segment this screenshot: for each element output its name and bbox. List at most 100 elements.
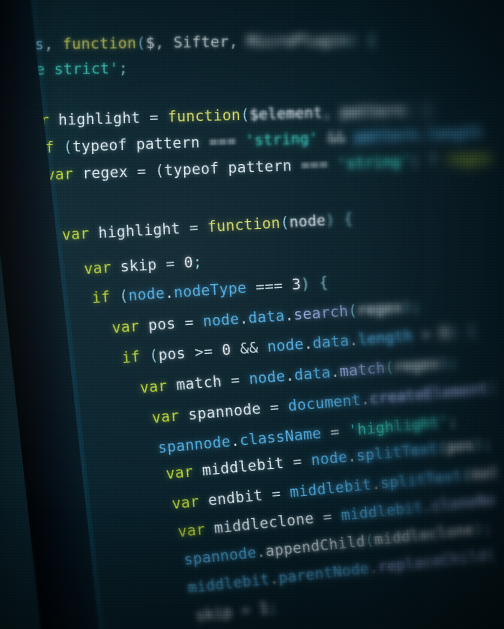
code-token: >= xyxy=(194,342,223,362)
code-line: var highlight = function(node) { xyxy=(62,211,354,244)
code-token: data xyxy=(293,364,332,385)
code-token: 'string' xyxy=(245,130,319,150)
code-token: $ xyxy=(145,33,156,52)
code-token: var xyxy=(139,377,168,397)
code-token: ( xyxy=(487,379,498,398)
code-token: highlight xyxy=(88,219,190,243)
code-token: var xyxy=(61,225,90,244)
code-token: middlebit xyxy=(340,499,424,525)
code-token: middleclone xyxy=(373,521,475,549)
code-line: (this, function($, Sifter, MicroPlugin) … xyxy=(0,31,377,54)
code-token: === xyxy=(245,276,293,297)
code-token: = xyxy=(320,422,350,443)
code-token: document xyxy=(287,391,362,416)
code-token: regex xyxy=(72,163,138,183)
code-token: splitText xyxy=(379,467,463,493)
code-token: ) { xyxy=(404,101,432,120)
code-token: pos xyxy=(157,344,196,365)
code-token: var xyxy=(111,318,140,337)
code-token: 'highlight' xyxy=(347,413,450,440)
code-token: ; xyxy=(267,598,279,617)
code-token: ( xyxy=(109,287,129,306)
code-line: if (node.nodeType === 3) { xyxy=(91,274,328,307)
code-token: node xyxy=(310,448,349,470)
code-token: var xyxy=(177,521,207,541)
code-token: pattern xyxy=(218,157,302,178)
code-screen-photo: 363738394041424344454647 }(this, functio… xyxy=(0,0,504,629)
code-token: spannode xyxy=(183,544,258,569)
code-token: node xyxy=(288,212,327,232)
code-token: = xyxy=(230,371,250,390)
code-token: ( xyxy=(136,33,146,53)
code-token: = xyxy=(165,254,185,273)
code-token: ) ? xyxy=(409,151,447,171)
code-token: ; xyxy=(118,59,129,78)
code-token: regex xyxy=(446,149,493,169)
code-token: nodeType xyxy=(173,279,248,302)
code-token: = xyxy=(322,507,342,527)
code-token: = ( xyxy=(136,162,165,181)
code-token: data xyxy=(247,307,286,328)
code-token: ) { xyxy=(448,322,477,342)
code-token: match xyxy=(166,372,232,395)
code-token: = xyxy=(269,398,289,417)
code-token: function xyxy=(207,214,281,236)
code-token: = xyxy=(292,452,312,471)
code-token: regex xyxy=(393,355,441,377)
code-token: , xyxy=(154,33,174,52)
code-token: mat xyxy=(470,464,500,484)
code-token: ) { xyxy=(348,30,377,50)
code-token: typeof xyxy=(72,136,128,156)
code-token: = xyxy=(270,484,291,504)
code-token: spannode xyxy=(157,433,232,457)
code-token: middlebit xyxy=(192,454,294,481)
code-token: node xyxy=(248,368,286,389)
code-token: if xyxy=(121,348,141,367)
code-token: pos xyxy=(446,436,476,457)
code-token: === xyxy=(300,155,338,175)
code-token: = xyxy=(149,108,168,127)
code-token: endbit xyxy=(198,486,273,511)
code-line: var skip = 0; xyxy=(83,254,202,278)
code-token: typeof xyxy=(164,160,220,180)
code-token: function xyxy=(62,34,137,54)
code-token: === xyxy=(208,132,246,151)
code-token: middlebit xyxy=(289,476,373,502)
code-token: > xyxy=(411,325,441,345)
code-token: MicroPlugin xyxy=(247,31,349,51)
code-token: ( xyxy=(240,106,250,124)
code-token: middleclone xyxy=(204,509,324,539)
code-token: spannode xyxy=(178,399,271,425)
code-token: pos xyxy=(138,314,186,336)
code-token: , xyxy=(322,104,341,122)
code-token: var xyxy=(165,463,195,483)
code-token: ); xyxy=(473,435,494,454)
code-token: if xyxy=(91,288,111,307)
code-token: ( xyxy=(139,347,159,366)
code-token: node xyxy=(202,310,240,331)
code-token: function xyxy=(167,106,241,126)
code-token: ) { xyxy=(300,274,329,294)
code-token: pattern xyxy=(340,102,405,122)
code-token: cloneNo xyxy=(430,491,497,516)
code-token: search xyxy=(293,303,349,324)
code-token: pattern.length xyxy=(354,124,483,146)
code-token: var xyxy=(171,493,201,513)
code-line: var highlight = function($element, patte… xyxy=(22,102,432,130)
code-token: node xyxy=(127,285,166,305)
code-token: ( xyxy=(53,138,73,157)
code-token: Sifter xyxy=(173,32,229,52)
code-token: parentNode xyxy=(277,560,371,588)
code-token: data xyxy=(312,332,350,353)
code-token: ( xyxy=(485,546,497,565)
code-token: className xyxy=(238,425,323,450)
code-token: skip xyxy=(110,256,167,277)
code-token: highlight xyxy=(49,109,150,130)
code-token: , xyxy=(44,35,63,54)
code-token: var xyxy=(151,407,180,427)
code-token: , xyxy=(228,32,248,51)
code-token: var xyxy=(83,259,112,278)
code-token: node xyxy=(266,336,305,356)
code-token: = xyxy=(184,313,204,332)
code-token: appendChild xyxy=(264,533,367,561)
